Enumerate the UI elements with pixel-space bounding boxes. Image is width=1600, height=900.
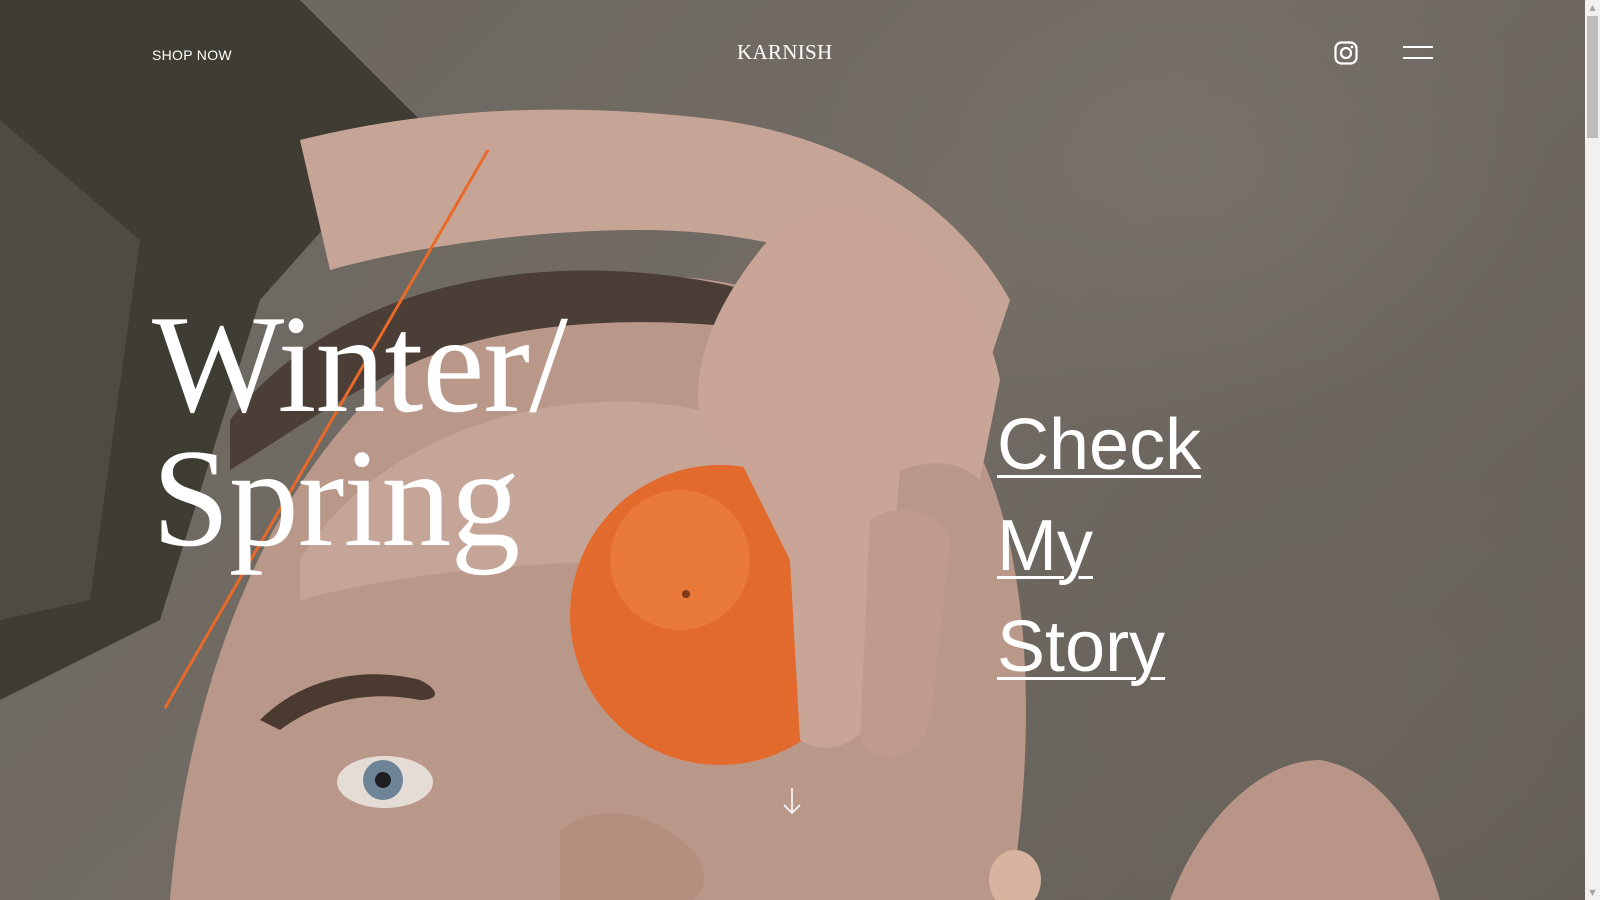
headline-line-1: Winter/ xyxy=(152,287,568,442)
hero-headline: Winter/ Spring xyxy=(152,287,568,576)
page-viewport: SHOP NOW KARNISH Winter/ Spring Check My… xyxy=(0,0,1585,900)
instagram-glyph xyxy=(1334,41,1358,65)
scrollbar-thumb[interactable] xyxy=(1587,16,1598,138)
headline-line-2: Spring xyxy=(152,421,520,576)
scroll-up-arrow-icon[interactable]: ▲ xyxy=(1585,0,1600,15)
brand-logo[interactable]: KARNISH xyxy=(737,40,832,65)
cta-line-2: My xyxy=(997,506,1093,586)
check-my-story-link[interactable]: Check My Story xyxy=(997,395,1201,698)
scroll-down-arrow-icon[interactable]: ▼ xyxy=(1585,885,1600,900)
arrow-down-icon[interactable] xyxy=(782,787,802,815)
shop-now-link[interactable]: SHOP NOW xyxy=(152,47,232,63)
cta-line-3: Story xyxy=(997,607,1166,687)
arrow-down-glyph xyxy=(783,788,801,815)
orange-stem-spot xyxy=(682,590,690,598)
cta-line-1: Check xyxy=(997,405,1202,485)
menu-line-top xyxy=(1403,46,1433,48)
eye-pupil xyxy=(375,772,391,788)
right-hand-shape xyxy=(1170,760,1440,900)
vertical-scrollbar[interactable]: ▲ ▼ xyxy=(1585,0,1600,900)
menu-line-bottom xyxy=(1403,57,1433,59)
orange-highlight xyxy=(610,490,750,630)
hamburger-menu-button[interactable] xyxy=(1403,44,1433,62)
instagram-icon[interactable] xyxy=(1334,41,1358,65)
